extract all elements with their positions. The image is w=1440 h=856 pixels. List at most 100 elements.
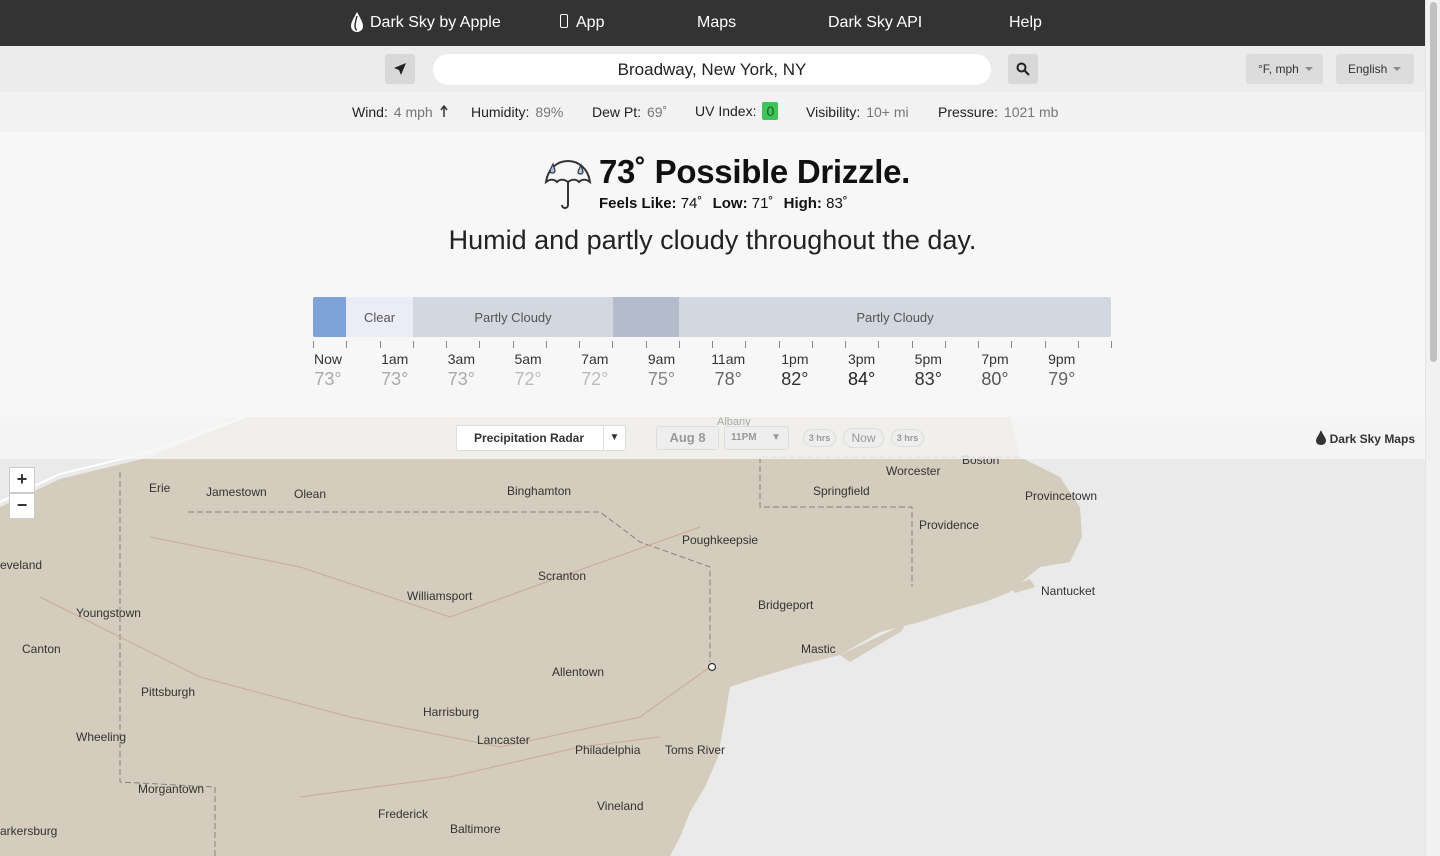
dew-point-value: 69˚ <box>647 104 668 120</box>
hour-label: Now <box>313 351 342 367</box>
timeline-ticks <box>313 341 1112 349</box>
radar-map[interactable]: Boston Worcester Springfield Provincetow… <box>0 417 1425 856</box>
timeline-segment-label: Clear <box>363 309 396 325</box>
chevron-down-icon <box>1393 66 1402 71</box>
location-search-input[interactable] <box>433 54 991 85</box>
map-city-label: Provincetown <box>1025 489 1098 503</box>
dew-point-label: Dew Pt: <box>592 104 642 120</box>
hour-forecast[interactable]: 3pm 84° <box>832 351 892 390</box>
zoom-out-button[interactable]: − <box>9 493 35 519</box>
nav-api-link[interactable]: Dark Sky API <box>828 0 922 46</box>
timeline-tick <box>1077 341 1079 348</box>
map-city-label: Toms River <box>665 743 726 757</box>
hour-forecast[interactable]: 9am 75° <box>632 351 692 390</box>
timeline-segment <box>613 297 679 337</box>
timeline-tick <box>446 341 447 348</box>
radar-layer-select[interactable]: Precipitation Radar ▼ <box>456 425 626 451</box>
language-label: English <box>1348 62 1388 76</box>
high-label: High: <box>783 195 822 212</box>
hour-forecast[interactable]: 3am 73° <box>431 351 491 390</box>
humidity-label: Humidity: <box>471 104 530 120</box>
timeline-segment: Clear <box>346 297 413 337</box>
rewind-3hrs-button[interactable]: 3 hrs <box>803 429 836 447</box>
uv-index-stat: UV Index: 0 <box>695 102 779 120</box>
hour-forecast[interactable]: 1pm 82° <box>765 351 825 390</box>
hour-forecast[interactable]: 7pm 80° <box>965 351 1025 390</box>
current-conditions: Wind: 4 mph Humidity: 89% Dew Pt: 69˚ UV In… <box>0 92 1425 132</box>
current-location-button[interactable] <box>385 54 415 84</box>
hour-forecast[interactable]: 5am 72° <box>498 351 558 390</box>
forward-3hrs-button[interactable]: 3 hrs <box>891 429 924 447</box>
feels-like-label: Feels Like: <box>599 195 677 212</box>
hour-label: 1am <box>381 351 409 367</box>
map-land-shape <box>0 417 1082 856</box>
hour-temperature: 82° <box>781 369 809 389</box>
hour-forecast[interactable]: 11am 78° <box>698 351 758 390</box>
nav-brand-link[interactable]: Dark Sky by Apple <box>350 0 501 46</box>
map-now-button[interactable]: Now <box>843 428 884 448</box>
nav-app-link[interactable]: App <box>560 0 604 46</box>
hour-label: 7pm <box>981 351 1009 367</box>
hour-temperature: 78° <box>714 369 742 389</box>
timeline-tick <box>346 341 348 348</box>
visibility-value: 10+ mi <box>866 104 909 120</box>
nav-help-link[interactable]: Help <box>1009 0 1042 46</box>
map-city-label: Baltimore <box>450 822 501 836</box>
wind-label: Wind: <box>352 104 388 120</box>
dark-sky-maps-link[interactable]: Dark Sky Maps <box>1315 430 1415 446</box>
nav-brand-label: Dark Sky by Apple <box>370 14 501 31</box>
timeline-tick <box>845 341 846 348</box>
hour-forecast[interactable]: 7am 72° <box>565 351 625 390</box>
dark-sky-maps-label: Dark Sky Maps <box>1329 432 1415 446</box>
timeline-tick <box>579 341 580 348</box>
temperature-details: Feels Like: 74˚ Low: 71˚ High: 83˚ <box>599 195 854 212</box>
search-button[interactable] <box>1008 54 1038 84</box>
timeline-segment-label: Partly Cloudy <box>856 309 934 325</box>
map-city-label: Binghamton <box>507 484 572 498</box>
visibility-label: Visibility: <box>806 104 861 120</box>
dark-sky-logo-icon <box>1315 430 1326 445</box>
timeline-tick <box>1011 341 1013 348</box>
timeline-bar[interactable]: Clear Partly Cloudy Partly Cloudy <box>313 297 1111 337</box>
pressure-label: Pressure: <box>938 104 998 120</box>
timeline-tick <box>545 341 547 348</box>
hour-label: 3pm <box>847 351 876 367</box>
map-time-select[interactable]: 11PM ▼ <box>724 426 789 450</box>
units-dropdown[interactable]: °F, mph <box>1246 54 1323 84</box>
timeline-tick <box>379 341 381 348</box>
map-city-label: Frederick <box>378 807 429 821</box>
timeline-tick <box>1111 341 1112 348</box>
language-dropdown[interactable]: English <box>1336 54 1414 84</box>
scrollbar-thumb[interactable] <box>1430 2 1437 362</box>
hour-label: 5am <box>514 351 542 367</box>
timeline-tick <box>878 341 880 348</box>
map-city-label: Nantucket <box>1041 584 1096 598</box>
hour-temperature: 73° <box>447 369 475 389</box>
pressure-stat: Pressure: 1021 mb <box>938 104 1058 120</box>
timeline-tick <box>811 341 813 348</box>
search-icon <box>1016 62 1030 76</box>
map-city-label: Philadelphia <box>575 743 641 757</box>
hour-forecast[interactable]: 9pm 79° <box>1032 351 1092 390</box>
hour-label: 3am <box>447 351 475 367</box>
map-city-label: Jamestown <box>206 485 267 499</box>
hour-forecast[interactable]: Now 73° <box>298 351 358 390</box>
map-city-label: Scranton <box>538 569 587 583</box>
timeline-tick <box>678 341 680 348</box>
timeline-tick <box>745 341 747 348</box>
wind-direction-arrow-icon <box>440 104 448 117</box>
page-scrollbar[interactable] <box>1425 0 1440 856</box>
map-date-button[interactable]: Aug 8 <box>656 426 719 450</box>
nav-maps-link[interactable]: Maps <box>697 0 736 46</box>
timeline-tick <box>712 341 713 348</box>
hour-forecast[interactable]: 1am 73° <box>365 351 425 390</box>
zoom-in-button[interactable]: + <box>9 467 35 493</box>
timeline-segment: Partly Cloudy <box>413 297 613 337</box>
hour-forecast[interactable]: 5pm 83° <box>898 351 958 390</box>
timeline-tick <box>512 341 514 348</box>
current-headline: 73˚ Possible Drizzle. <box>599 153 910 190</box>
feels-like-value: 74˚ <box>680 195 703 212</box>
timeline-segment: Partly Cloudy <box>679 297 1111 337</box>
hour-label: 5pm <box>914 351 942 367</box>
dropdown-arrow-icon: ▼ <box>603 426 625 450</box>
